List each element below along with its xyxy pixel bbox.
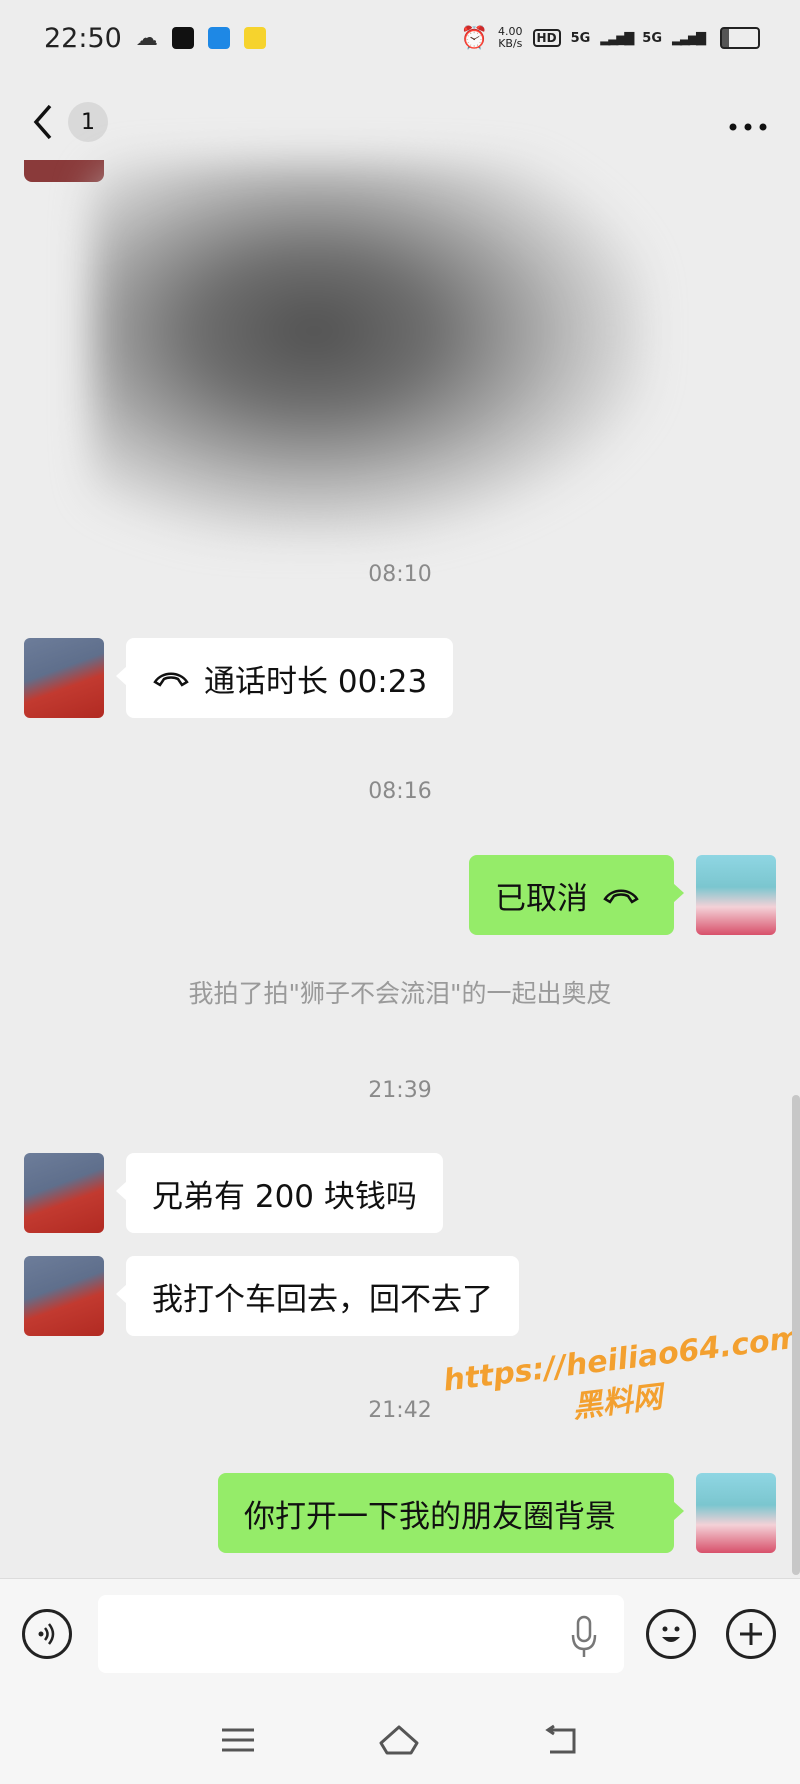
avatar-self[interactable]	[696, 855, 776, 935]
call-duration-text: 通话时长 00:23	[204, 663, 428, 700]
cancelled-call-text: 已取消	[495, 880, 588, 917]
cancelled-call-bubble[interactable]: 已取消	[469, 855, 684, 935]
app-yellow-icon	[243, 27, 266, 49]
message-text: 兄弟有 200 块钱吗	[152, 1178, 417, 1215]
more-options-button[interactable]	[728, 105, 768, 140]
emoji-button[interactable]	[646, 1609, 696, 1659]
net-speed-unit: KB/s	[498, 37, 523, 50]
call-duration-bubble[interactable]: 通话时长 00:23	[115, 638, 454, 718]
more-dots-icon	[729, 123, 767, 130]
cloud-icon: ☁	[135, 25, 158, 51]
input-bar	[0, 1578, 800, 1697]
net-speed: 4.00 KB/s	[498, 26, 523, 50]
avatar-contact[interactable]	[24, 1256, 104, 1336]
signal-1-label: 5G	[570, 30, 591, 46]
message-bubble[interactable]: 兄弟有 200 块钱吗	[116, 1153, 443, 1233]
avatar-contact[interactable]	[24, 638, 104, 718]
system-navigation-bar	[0, 1696, 800, 1784]
plus-icon	[740, 1623, 762, 1645]
unread-count-badge: 1	[68, 102, 108, 142]
signal-2-icon: ▂▃▅▇	[672, 30, 706, 46]
message-text: 我打个车回去，回不去了	[152, 1281, 493, 1318]
status-bar: 22:50 ☁ ⏰ 4.00 KB/s HD 5G ▂▃▅▇ 5G ▂▃▅▇	[0, 0, 800, 76]
phone-hangup-icon	[603, 889, 639, 904]
message-text: 你打开一下我的朋友圈背景	[244, 1498, 616, 1535]
battery-icon	[720, 27, 760, 49]
watermark: https://heiliao64.com 黑料网	[441, 1320, 800, 1445]
voice-toggle-button[interactable]	[22, 1609, 72, 1659]
system-pat-message: 我拍了拍"狮子不会流泪"的一起出奥皮	[188, 979, 612, 1008]
signal-2-label: 5G	[642, 30, 662, 46]
message-bubble-sent[interactable]: 你打开一下我的朋友圈背景	[218, 1473, 684, 1553]
menu-icon[interactable]	[220, 1725, 256, 1755]
microphone-icon[interactable]	[571, 1615, 597, 1659]
avatar-contact[interactable]	[24, 1153, 104, 1233]
status-right: ⏰ 4.00 KB/s HD 5G ▂▃▅▇ 5G ▂▃▅▇	[461, 26, 760, 51]
scrollbar[interactable]	[792, 1095, 800, 1575]
avatar-self[interactable]	[696, 1473, 776, 1553]
chevron-left-icon	[33, 104, 52, 140]
message-input[interactable]	[98, 1595, 624, 1673]
clock: 22:50	[44, 22, 122, 54]
timestamp: 08:16	[368, 779, 432, 804]
blurred-image-message[interactable]	[90, 160, 650, 540]
voice-wave-icon	[38, 1623, 55, 1645]
hd-icon: HD	[532, 29, 561, 47]
phone-hangup-icon	[153, 672, 189, 687]
add-more-button[interactable]	[726, 1609, 776, 1659]
timestamp: 08:10	[368, 562, 432, 587]
alarm-icon: ⏰	[460, 25, 489, 51]
signal-1-icon: ▂▃▅▇	[600, 30, 634, 46]
timestamp: 21:39	[368, 1078, 432, 1103]
back-nav-icon[interactable]	[542, 1724, 580, 1756]
app-blue-icon	[207, 27, 230, 49]
status-left: 22:50 ☁	[44, 23, 266, 54]
tiktok-icon	[171, 27, 194, 49]
smiley-icon	[662, 1626, 680, 1642]
home-icon[interactable]	[377, 1723, 421, 1757]
message-bubble[interactable]: 我打个车回去，回不去了	[116, 1256, 519, 1336]
back-button[interactable]: 1	[32, 102, 108, 142]
chat-header: 1	[0, 76, 800, 168]
